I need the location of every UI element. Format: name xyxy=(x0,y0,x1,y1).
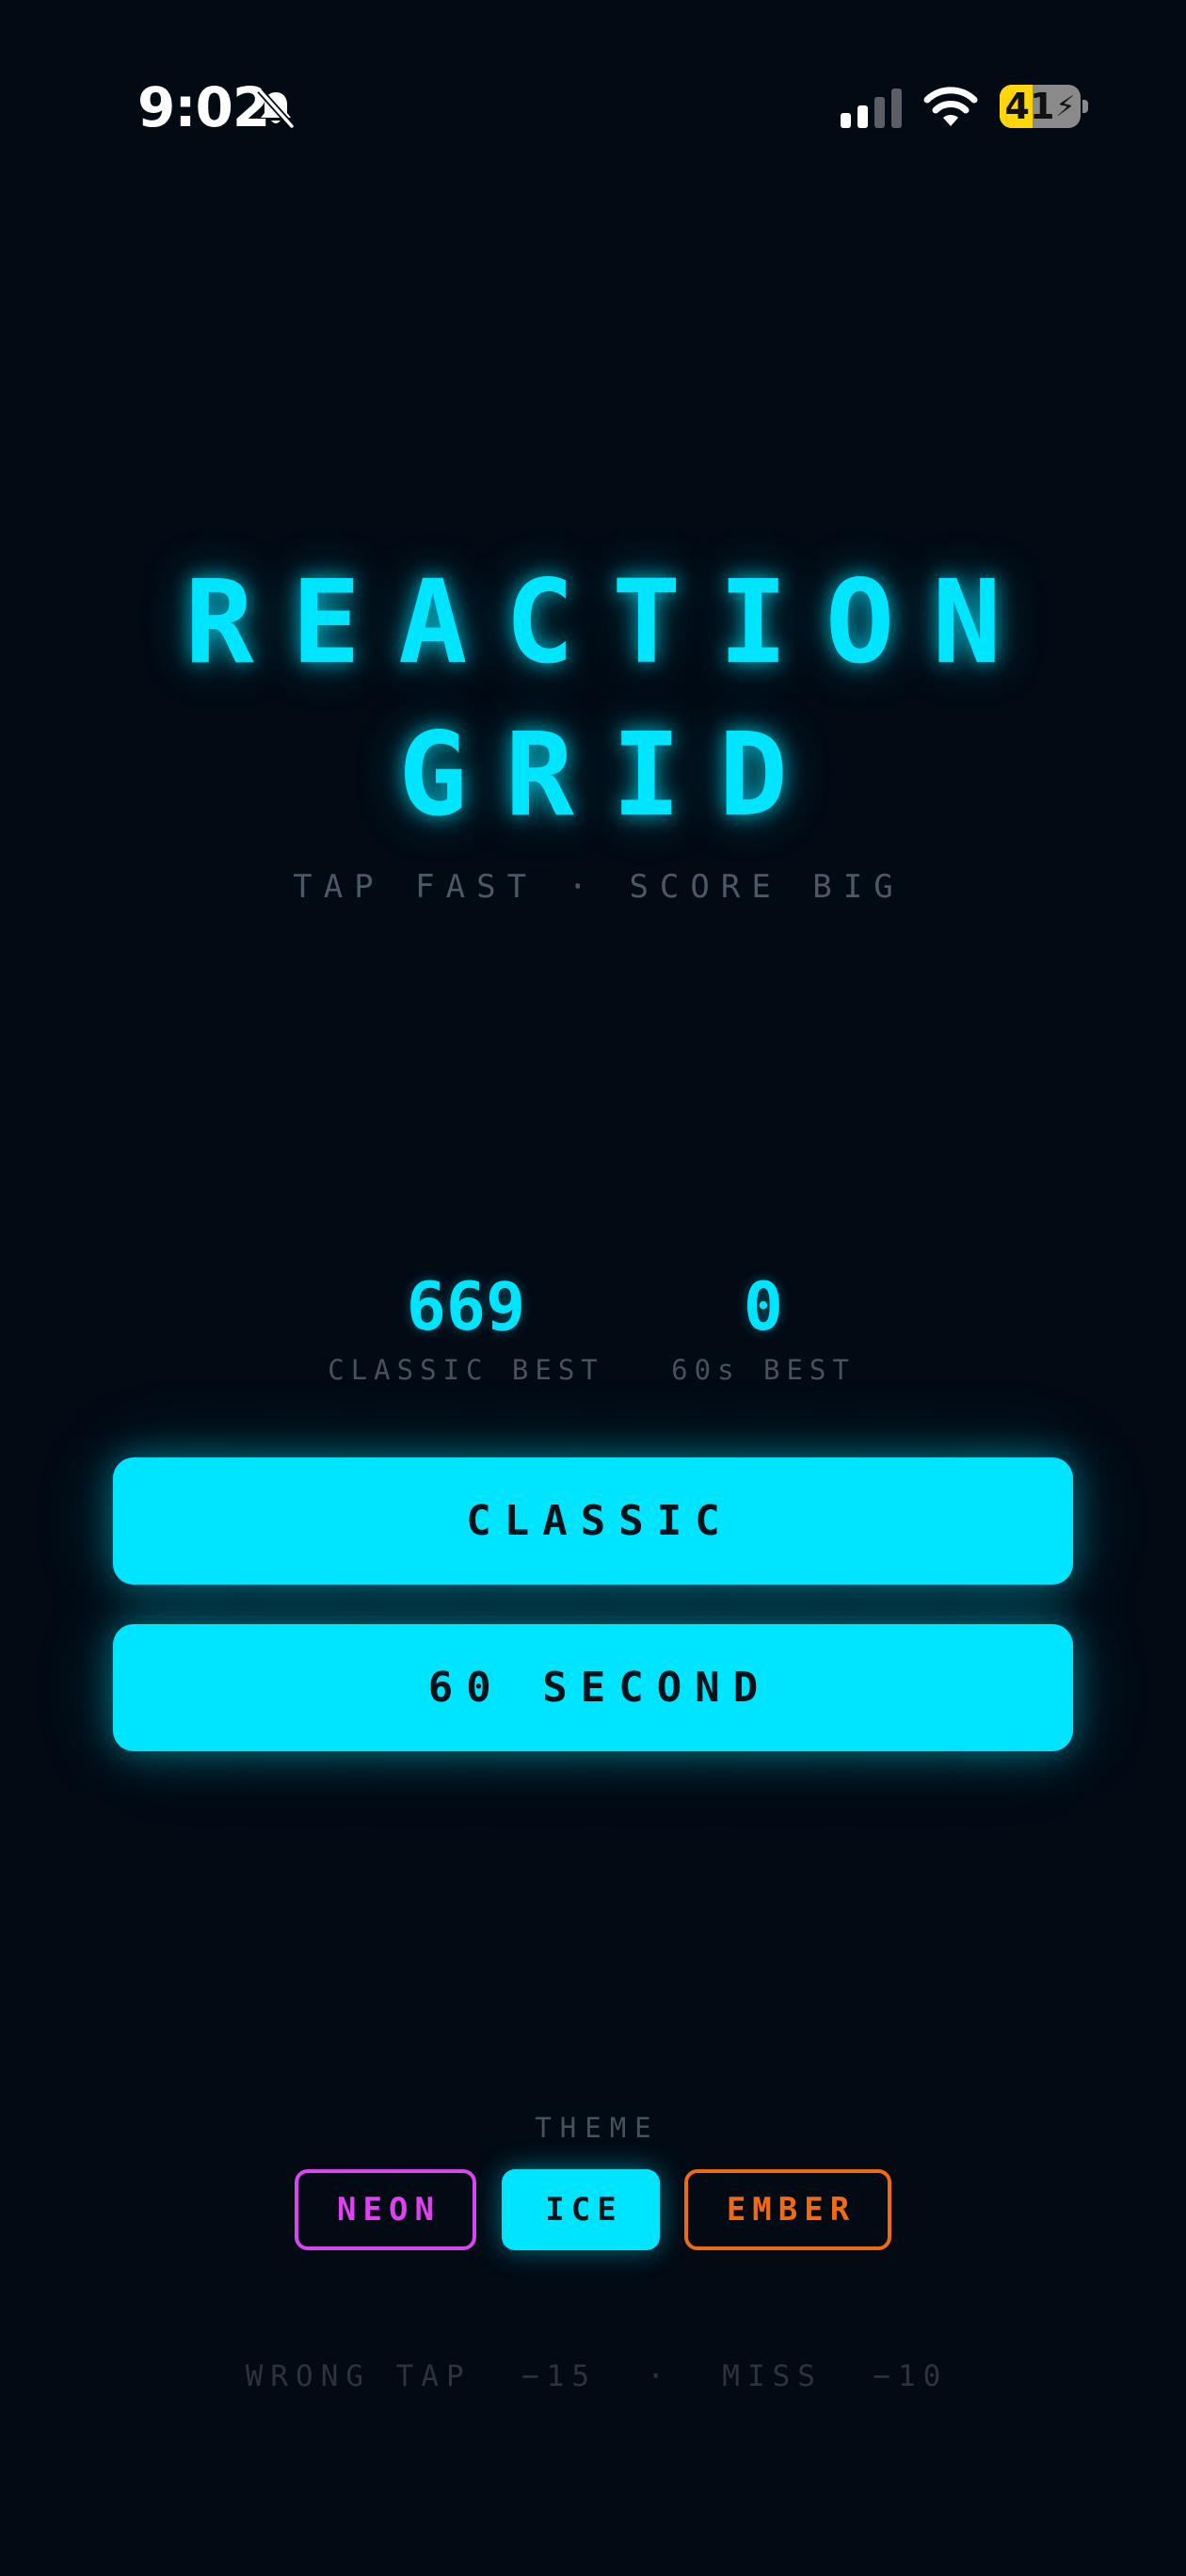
theme-label: THEME xyxy=(535,2112,660,2144)
classic-mode-button[interactable]: CLASSIC xyxy=(113,1457,1073,1585)
bolt-icon: ⚡ xyxy=(1055,89,1076,123)
theme-ember-button[interactable]: EMBER xyxy=(684,2169,891,2250)
sixty-best-label: 60s BEST xyxy=(671,1354,856,1386)
penalty-info: WRONG TAP −15 · MISS −10 xyxy=(245,2359,949,2393)
game-title-line2: GRID xyxy=(398,708,825,842)
game-title-line1: REACTION xyxy=(184,555,1039,689)
sixty-best-value: 0 xyxy=(743,1268,784,1345)
wifi-icon xyxy=(923,87,978,126)
bell-slash-icon xyxy=(257,88,295,129)
sixty-best-stat: 0 60s BEST xyxy=(659,1269,868,1386)
signal-icon xyxy=(841,89,902,128)
theme-ice-button[interactable]: ICE xyxy=(502,2169,660,2250)
status-time: 9:02 xyxy=(137,75,270,139)
classic-best-label: CLASSIC BEST xyxy=(328,1354,604,1386)
sixty-second-mode-button[interactable]: 60 SECOND xyxy=(113,1624,1073,1751)
theme-neon-button[interactable]: NEON xyxy=(295,2169,476,2250)
battery-level: 41 xyxy=(1004,86,1055,127)
battery-charging-icon: 41 ⚡ xyxy=(1000,85,1088,128)
classic-best-stat: 669 CLASSIC BEST xyxy=(325,1269,607,1386)
status-bar: 9:02 41 ⚡ xyxy=(0,0,1186,217)
tagline: TAP FAST · SCORE BIG xyxy=(293,868,905,906)
classic-best-value: 669 xyxy=(406,1268,526,1345)
